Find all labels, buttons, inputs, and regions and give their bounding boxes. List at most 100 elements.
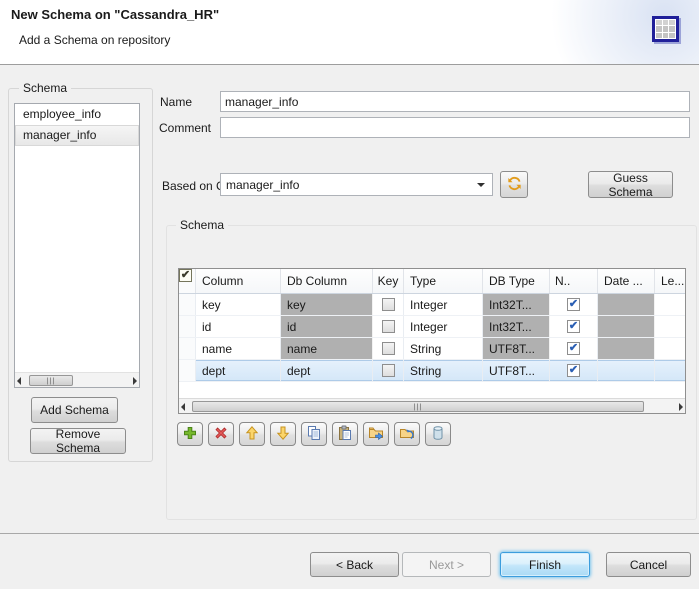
type-cell[interactable]: String <box>404 338 483 359</box>
table-header-row: Column Db Column Key Type DB Type N.. Da… <box>179 269 685 294</box>
column-header-length[interactable]: Le... <box>655 269 685 293</box>
schema-table-group-label: Schema <box>176 218 228 232</box>
remove-schema-button[interactable]: Remove Schema <box>30 428 126 454</box>
name-field[interactable] <box>220 91 690 112</box>
length-cell <box>655 294 685 315</box>
nullable-checkbox[interactable] <box>567 320 580 333</box>
column-header-column[interactable]: Column <box>196 269 281 293</box>
arrow-down-icon <box>275 425 291 444</box>
table-row[interactable]: keykey IntegerInt32T... <box>179 294 685 316</box>
column-cell[interactable]: name <box>196 338 281 359</box>
move-up-button[interactable] <box>239 422 265 446</box>
table-hscrollbar <box>179 398 685 413</box>
scroll-left-icon[interactable] <box>17 377 21 385</box>
select-all-checkbox[interactable] <box>179 269 192 282</box>
scroll-right-icon[interactable] <box>133 377 137 385</box>
comment-label: Comment <box>159 121 211 135</box>
key-checkbox[interactable] <box>382 320 395 333</box>
db-type-cell: UTF8T... <box>483 338 550 359</box>
length-cell <box>655 316 685 337</box>
add-row-button[interactable] <box>177 422 203 446</box>
comment-field[interactable] <box>220 117 690 138</box>
nullable-checkbox[interactable] <box>567 364 580 377</box>
row-header-cell <box>179 338 196 359</box>
nullable-checkbox-cell[interactable] <box>550 294 598 315</box>
key-checkbox[interactable] <box>382 342 395 355</box>
schema-list-group: Schema employee_infomanager_info Add Sch… <box>8 88 153 462</box>
footer-divider <box>0 533 699 534</box>
name-label: Name <box>160 95 192 109</box>
type-cell[interactable]: Integer <box>404 294 483 315</box>
table-grid-icon <box>652 16 679 42</box>
key-checkbox[interactable] <box>382 364 395 377</box>
key-checkbox-cell[interactable] <box>373 294 404 315</box>
length-cell <box>655 360 685 381</box>
wizard-header: New Schema on "Cassandra_HR" Add a Schem… <box>0 0 699 65</box>
row-header-cell <box>179 360 196 381</box>
type-cell[interactable]: String <box>404 360 483 381</box>
schema-table: Column Db Column Key Type DB Type N.. Da… <box>178 268 686 414</box>
column-header-date-pattern[interactable]: Date ... <box>598 269 655 293</box>
nullable-checkbox-cell[interactable] <box>550 360 598 381</box>
column-family-select[interactable]: manager_info <box>220 173 493 196</box>
scrollbar-thumb[interactable] <box>29 375 73 386</box>
page-subtitle: Add a Schema on repository <box>19 33 170 47</box>
table-row[interactable]: deptdeptStringUTF8T... <box>179 360 685 382</box>
nullable-checkbox[interactable] <box>567 342 580 355</box>
scrollbar-thumb[interactable] <box>192 401 644 412</box>
scroll-left-icon[interactable] <box>181 403 185 411</box>
nullable-checkbox-cell[interactable] <box>550 316 598 337</box>
schema-list[interactable]: employee_infomanager_info <box>14 103 140 388</box>
key-checkbox[interactable] <box>382 298 395 311</box>
column-cell[interactable]: key <box>196 294 281 315</box>
cancel-button[interactable]: Cancel <box>606 552 691 577</box>
type-cell[interactable]: Integer <box>404 316 483 337</box>
nullable-checkbox[interactable] <box>567 298 580 311</box>
paste-icon <box>337 425 353 444</box>
list-item[interactable]: employee_info <box>15 104 139 125</box>
date-pattern-cell <box>598 338 655 359</box>
plus-icon <box>182 425 198 444</box>
db-type-cell: Int32T... <box>483 294 550 315</box>
add-schema-button[interactable]: Add Schema <box>31 397 118 423</box>
chevron-down-icon <box>477 183 485 191</box>
schema-list-group-label: Schema <box>19 81 71 95</box>
column-header-db-type[interactable]: DB Type <box>483 269 550 293</box>
back-button[interactable]: < Back <box>310 552 399 577</box>
table-row[interactable]: namenameStringUTF8T... <box>179 338 685 360</box>
delete-row-button[interactable] <box>208 422 234 446</box>
list-item[interactable]: manager_info <box>15 125 139 146</box>
column-cell[interactable]: dept <box>196 360 281 381</box>
next-button[interactable]: Next > <box>402 552 491 577</box>
column-family-value: manager_info <box>221 178 477 192</box>
column-header-nullable[interactable]: N.. <box>550 269 598 293</box>
paste-button[interactable] <box>332 422 358 446</box>
scroll-right-icon[interactable] <box>679 403 683 411</box>
date-pattern-cell <box>598 316 655 337</box>
date-pattern-cell <box>598 360 655 381</box>
database-icon <box>430 425 446 444</box>
reset-db-types-button[interactable] <box>425 422 451 446</box>
delete-x-icon <box>213 425 229 444</box>
date-pattern-cell <box>598 294 655 315</box>
import-schema-button[interactable] <box>394 422 420 446</box>
guess-schema-button[interactable]: Guess Schema <box>588 171 673 198</box>
table-row[interactable]: ididIntegerInt32T... <box>179 316 685 338</box>
move-down-button[interactable] <box>270 422 296 446</box>
column-header-type[interactable]: Type <box>404 269 483 293</box>
db-column-cell: id <box>281 316 373 337</box>
page-title: New Schema on "Cassandra_HR" <box>11 7 219 22</box>
refresh-column-families-button[interactable] <box>500 171 528 198</box>
copy-button[interactable] <box>301 422 327 446</box>
column-header-key[interactable]: Key <box>373 269 404 293</box>
column-header-db-column[interactable]: Db Column <box>281 269 373 293</box>
nullable-checkbox-cell[interactable] <box>550 338 598 359</box>
key-checkbox-cell[interactable] <box>373 360 404 381</box>
finish-button[interactable]: Finish <box>500 552 590 577</box>
key-checkbox-cell[interactable] <box>373 338 404 359</box>
export-schema-button[interactable] <box>363 422 389 446</box>
db-column-cell: key <box>281 294 373 315</box>
key-checkbox-cell[interactable] <box>373 316 404 337</box>
column-cell[interactable]: id <box>196 316 281 337</box>
schema-list-hscrollbar <box>15 372 139 387</box>
